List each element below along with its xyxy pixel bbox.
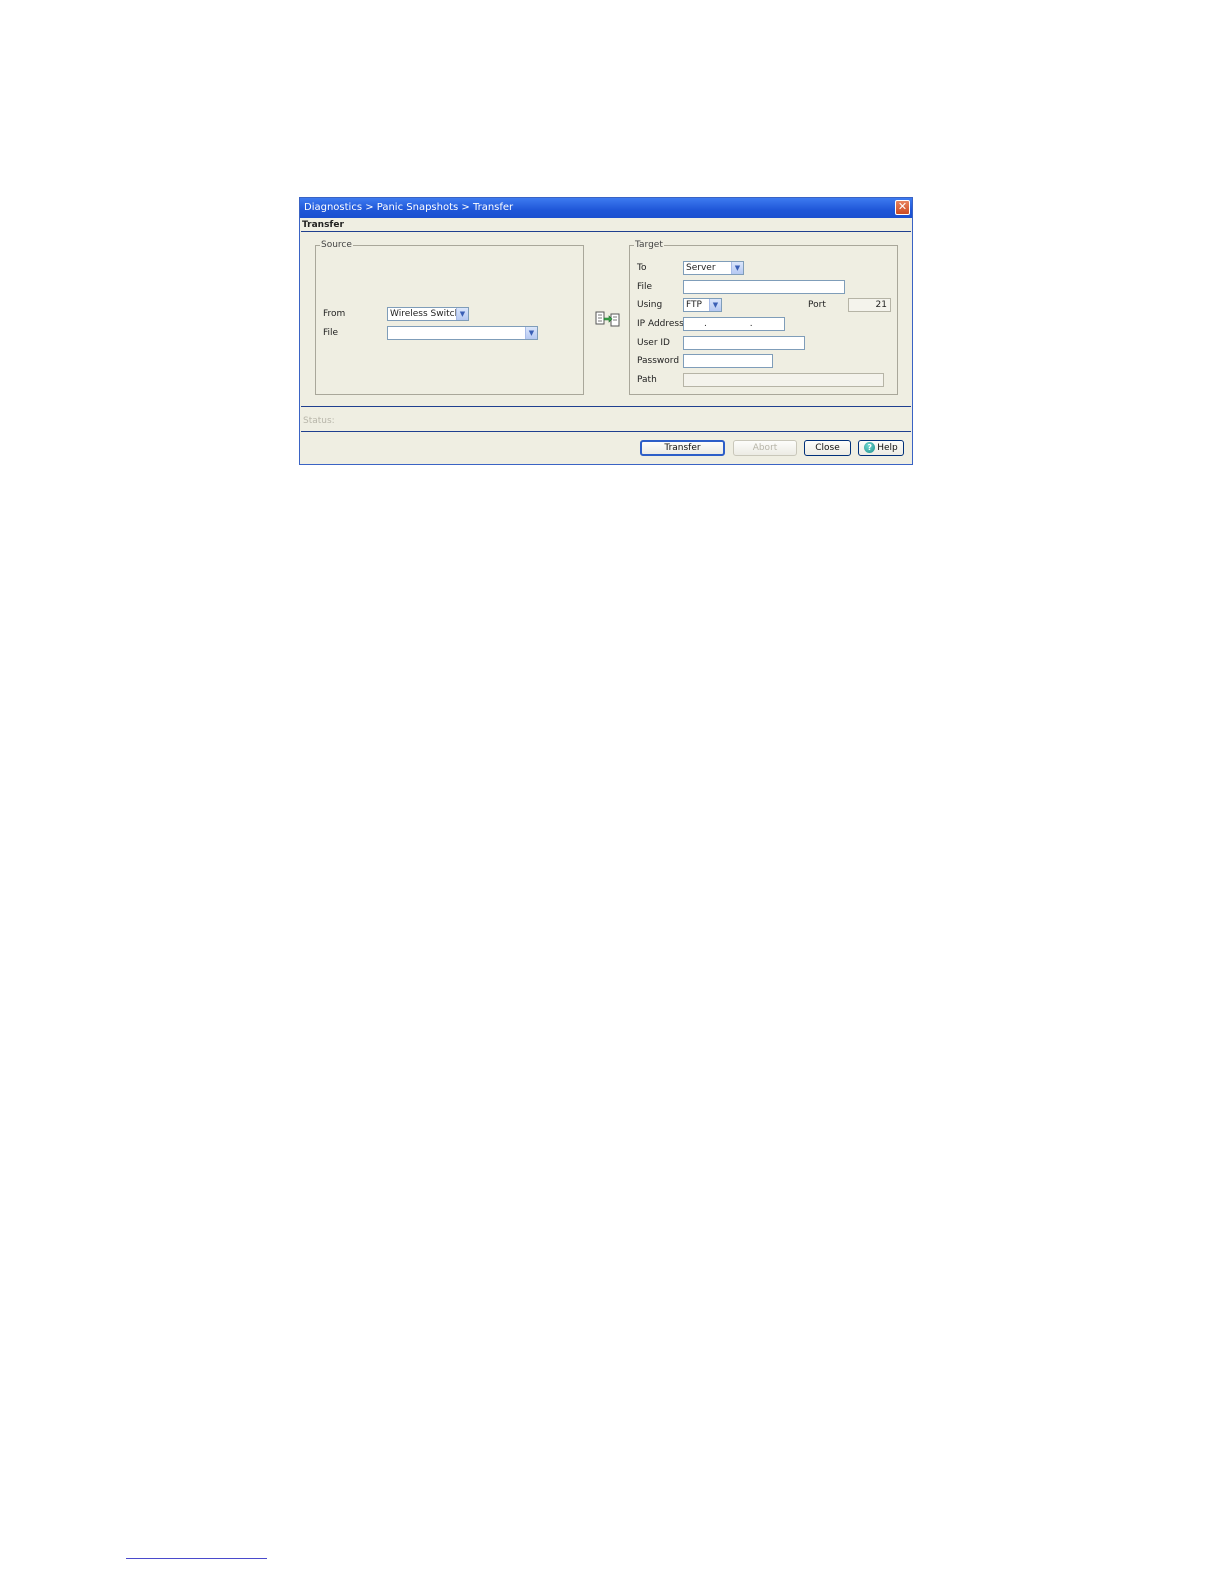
source-legend: Source — [320, 240, 353, 250]
to-select-value: Server — [686, 263, 716, 273]
path-input[interactable] — [683, 373, 884, 387]
to-label: To — [637, 263, 647, 273]
ip-address-label: IP Address — [637, 319, 684, 329]
ip-address-input[interactable]: . . . — [683, 317, 785, 331]
transfer-button[interactable]: Transfer — [640, 440, 725, 456]
using-select[interactable]: FTP ▼ — [683, 298, 722, 312]
chevron-down-icon[interactable]: ▼ — [709, 299, 721, 311]
chevron-down-icon[interactable]: ▼ — [731, 262, 743, 274]
path-label: Path — [637, 375, 657, 385]
section-title: Transfer — [302, 220, 344, 230]
transfer-arrow-icon — [595, 311, 620, 327]
close-icon[interactable]: ✕ — [895, 200, 910, 215]
port-label: Port — [808, 300, 826, 310]
from-select-value: Wireless Switch — [390, 309, 461, 319]
status-bottom-divider — [301, 431, 911, 432]
port-input[interactable]: 21 — [848, 298, 891, 312]
target-file-input[interactable] — [683, 280, 845, 294]
chevron-down-icon[interactable]: ▼ — [525, 327, 537, 339]
user-id-input[interactable] — [683, 336, 805, 350]
section-divider — [301, 231, 911, 232]
target-legend: Target — [634, 240, 664, 250]
using-select-value: FTP — [686, 300, 702, 310]
window-title: Diagnostics > Panic Snapshots > Transfer — [304, 202, 514, 213]
ip-address-value: . . . — [704, 319, 773, 329]
help-button-label: Help — [877, 443, 898, 453]
password-label: Password — [637, 356, 680, 366]
password-input[interactable] — [683, 354, 773, 368]
to-select[interactable]: Server ▼ — [683, 261, 744, 275]
abort-button[interactable]: Abort — [733, 440, 797, 456]
help-icon: ? — [864, 442, 876, 453]
close-button[interactable]: Close — [804, 440, 851, 456]
status-top-divider — [301, 406, 911, 407]
help-button[interactable]: ? Help — [858, 440, 904, 456]
source-file-select[interactable]: ▼ — [387, 326, 538, 340]
source-file-label: File — [323, 328, 339, 338]
from-label: From — [323, 309, 346, 319]
target-group: Target To Server ▼ File Using FTP ▼ Port… — [629, 240, 898, 395]
using-label: Using — [637, 300, 663, 310]
chevron-down-icon[interactable]: ▼ — [456, 308, 468, 320]
from-select[interactable]: Wireless Switch ▼ — [387, 307, 469, 321]
footnote-divider — [126, 1558, 267, 1559]
title-bar[interactable]: Diagnostics > Panic Snapshots > Transfer… — [300, 198, 912, 218]
target-file-label: File — [637, 282, 653, 292]
status-label: Status: — [303, 416, 335, 426]
source-group: Source From Wireless Switch ▼ File ▼ — [315, 240, 584, 395]
user-id-label: User ID — [637, 338, 670, 348]
transfer-dialog: Diagnostics > Panic Snapshots > Transfer… — [299, 197, 913, 465]
